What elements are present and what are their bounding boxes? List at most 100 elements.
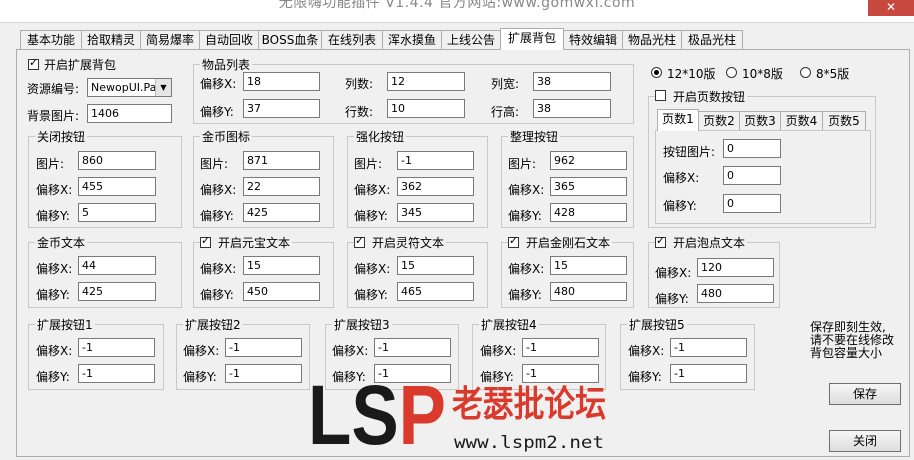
sort-x-label: 偏移X: [508, 183, 545, 197]
page-buttons-checkbox[interactable] [655, 90, 666, 101]
layout-8x5-label: 8*5版 [816, 67, 850, 81]
ext2-x-input[interactable] [225, 338, 302, 357]
diamond-x-label: 偏移X: [508, 262, 545, 276]
ext1-x-label: 偏移X: [36, 344, 73, 358]
subtab-page-2[interactable]: 页数2 [698, 111, 740, 130]
diamond-y-input[interactable] [550, 282, 627, 301]
close-button[interactable]: 关闭 [829, 430, 901, 452]
strengthen-x-label: 偏移X: [354, 183, 391, 197]
enable-ext-bag-label: 开启扩展背包 [44, 58, 117, 72]
tab-effect-edit[interactable]: 特效编辑 [563, 30, 623, 49]
close-btn-x-label: 偏移X: [36, 183, 73, 197]
gold-text-y-input[interactable] [78, 282, 156, 301]
strengthen-img-input[interactable] [397, 151, 474, 170]
strengthen-y-input[interactable] [397, 203, 474, 222]
ext-button-5-title: 扩展按钮5 [627, 316, 687, 333]
ext3-x-input[interactable] [374, 338, 451, 357]
strengthen-y-label: 偏移Y: [354, 209, 388, 223]
tab-item-beam[interactable]: 物品光柱 [622, 30, 682, 49]
ext5-x-label: 偏移X: [628, 344, 665, 358]
close-btn-x-input[interactable] [78, 177, 156, 196]
tab-recycle[interactable]: 自动回收 [199, 30, 259, 49]
ext3-x-label: 偏移X: [332, 344, 369, 358]
yuanbao-text-checkbox[interactable] [200, 234, 211, 248]
item-list-title: 物品列表 [200, 56, 253, 73]
strengthen-x-input[interactable] [397, 177, 474, 196]
layout-8x5-radio[interactable] [800, 67, 811, 78]
ext2-y-input[interactable] [225, 364, 302, 383]
bubble-x-label: 偏移X: [655, 266, 692, 280]
sort-y-input[interactable] [550, 203, 627, 222]
layout-10x8-radio[interactable] [726, 67, 737, 78]
items-offy-label: 偏移Y: [200, 105, 234, 119]
gold-text-x-label: 偏移X: [36, 262, 73, 276]
enable-ext-bag-checkbox[interactable] [28, 56, 39, 70]
lingfu-y-label: 偏移Y: [354, 288, 388, 302]
bg-image-input[interactable] [87, 104, 172, 123]
resource-id-select[interactable]: NewopUI.Pal ▼ [87, 78, 172, 97]
items-colw-input[interactable] [533, 72, 611, 91]
close-btn-y-input[interactable] [78, 203, 156, 222]
gold-text-x-input[interactable] [78, 256, 156, 275]
ext5-y-input[interactable] [670, 364, 747, 383]
page-img-input[interactable] [723, 139, 781, 158]
sort-x-input[interactable] [550, 177, 627, 196]
subtab-page-1[interactable]: 页数1 [657, 109, 699, 131]
tab-basic[interactable]: 基本功能 [20, 30, 82, 49]
items-rowh-label: 行高: [491, 105, 520, 119]
items-cols-input[interactable] [387, 72, 465, 91]
ext5-x-input[interactable] [670, 338, 747, 357]
page-img-label: 按钮图片: [663, 145, 716, 159]
tab-fishing[interactable]: 浑水摸鱼 [382, 30, 442, 49]
page-x-input[interactable] [723, 166, 781, 185]
bubble-y-input[interactable] [697, 284, 774, 303]
bubble-text-checkbox[interactable] [655, 234, 666, 248]
items-rowh-input[interactable] [533, 99, 611, 118]
tab-login-notice[interactable]: 上线公告 [441, 30, 501, 49]
window-close-button[interactable]: ✕ [868, 0, 914, 16]
lingfu-y-input[interactable] [397, 282, 474, 301]
tab-boss-hp[interactable]: BOSS血条 [258, 30, 322, 49]
diamond-x-input[interactable] [550, 256, 627, 275]
tab-droprate[interactable]: 简易爆率 [140, 30, 200, 49]
items-rows-input[interactable] [387, 99, 465, 118]
close-btn-img-label: 图片: [36, 157, 65, 171]
strengthen-button-title: 强化按钮 [354, 128, 407, 145]
subtab-page-5[interactable]: 页数5 [822, 111, 866, 130]
ext1-y-input[interactable] [78, 364, 155, 383]
ext1-x-input[interactable] [78, 338, 155, 357]
close-btn-img-input[interactable] [78, 151, 156, 170]
gold-icon-y-input[interactable] [243, 203, 320, 222]
watermark-url: www.lspm2.net [454, 433, 604, 453]
strengthen-img-label: 图片: [354, 157, 383, 171]
page-y-input[interactable] [723, 194, 781, 213]
layout-12x10-radio[interactable] [651, 67, 662, 78]
yuanbao-x-label: 偏移X: [200, 262, 237, 276]
yuanbao-y-input[interactable] [243, 282, 320, 301]
watermark-logo: LSP 老瑟批论坛 www.lspm2.net [308, 368, 606, 460]
tab-pickup[interactable]: 拾取精灵 [81, 30, 141, 49]
bubble-y-label: 偏移Y: [655, 292, 689, 306]
tab-online-list[interactable]: 在线列表 [321, 30, 383, 49]
save-button[interactable]: 保存 [829, 383, 901, 405]
lingfu-text-checkbox[interactable] [354, 234, 365, 248]
ext4-x-input[interactable] [522, 338, 599, 357]
lingfu-x-input[interactable] [397, 256, 474, 275]
items-offy-input[interactable] [243, 99, 320, 118]
tab-extended-bag[interactable]: 扩展背包 [500, 28, 564, 50]
items-rows-label: 行数: [345, 105, 374, 119]
resource-id-value: NewopUI.Pal [91, 81, 160, 94]
tab-rare-beam[interactable]: 极品光柱 [681, 30, 743, 49]
yuanbao-x-input[interactable] [243, 256, 320, 275]
close-btn-y-label: 偏移Y: [36, 209, 70, 223]
gold-icon-img-input[interactable] [243, 151, 320, 170]
subtab-page-4[interactable]: 页数4 [780, 111, 823, 130]
diamond-text-checkbox[interactable] [508, 234, 519, 248]
gold-icon-x-input[interactable] [243, 177, 320, 196]
subtab-page-3[interactable]: 页数3 [739, 111, 781, 130]
gold-text-title: 金币文本 [35, 234, 88, 251]
items-offx-input[interactable] [243, 72, 320, 91]
sort-img-input[interactable] [550, 151, 627, 170]
ext-button-1-title: 扩展按钮1 [35, 316, 95, 333]
bubble-x-input[interactable] [697, 258, 774, 277]
